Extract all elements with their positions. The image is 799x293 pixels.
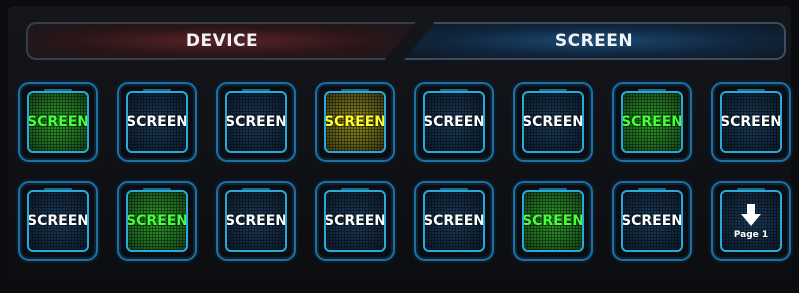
screen-key[interactable]: SCREEN: [711, 82, 791, 162]
key-label: SCREEN: [720, 114, 782, 130]
key-label: SCREEN: [225, 114, 287, 130]
key-face: SCREEN: [126, 91, 188, 153]
key-face: SCREEN: [225, 190, 287, 252]
key-label: SCREEN: [324, 114, 386, 130]
key-label: SCREEN: [423, 213, 485, 229]
key-face: SCREEN: [720, 91, 782, 153]
key-face: SCREEN: [423, 91, 485, 153]
screen-key[interactable]: SCREEN: [18, 82, 98, 162]
key-label: SCREEN: [522, 114, 584, 130]
key-face: SCREEN: [522, 190, 584, 252]
key-label: SCREEN: [126, 114, 188, 130]
key-label: SCREEN: [522, 213, 584, 229]
page-indicator: Page 1: [734, 202, 768, 240]
key-face: SCREEN: [126, 190, 188, 252]
key-grid: SCREEN SCREEN SCREEN SCREEN SCREEN SCREE…: [18, 82, 795, 261]
screen-key[interactable]: SCREEN: [612, 82, 692, 162]
screen-key[interactable]: SCREEN: [612, 181, 692, 261]
page-label: Page 1: [733, 230, 769, 240]
key-face: SCREEN: [225, 91, 287, 153]
key-label: SCREEN: [225, 213, 287, 229]
tab-device-label: DEVICE: [185, 31, 259, 51]
key-label: SCREEN: [27, 114, 89, 130]
screen-key[interactable]: SCREEN: [414, 82, 494, 162]
key-face: SCREEN: [621, 91, 683, 153]
key-label: SCREEN: [324, 213, 386, 229]
tab-screen-label: SCREEN: [554, 31, 634, 51]
key-label: SCREEN: [126, 213, 188, 229]
screen-key[interactable]: SCREEN: [117, 181, 197, 261]
screen-key[interactable]: SCREEN: [216, 82, 296, 162]
arrow-down-icon: [741, 204, 761, 226]
screen-key[interactable]: SCREEN: [513, 181, 593, 261]
key-label: SCREEN: [621, 114, 683, 130]
key-face: SCREEN: [324, 190, 386, 252]
key-label: SCREEN: [423, 114, 485, 130]
next-page-key[interactable]: Page 1: [711, 181, 791, 261]
screen-key[interactable]: SCREEN: [513, 82, 593, 162]
key-label: SCREEN: [621, 213, 683, 229]
tab-bar: DEVICE SCREEN: [26, 22, 786, 62]
key-face: SCREEN: [27, 91, 89, 153]
screen-key[interactable]: SCREEN: [315, 82, 395, 162]
key-face: SCREEN: [27, 190, 89, 252]
screen-key[interactable]: SCREEN: [18, 181, 98, 261]
screen-key[interactable]: SCREEN: [414, 181, 494, 261]
screen-key[interactable]: SCREEN: [216, 181, 296, 261]
key-face: SCREEN: [522, 91, 584, 153]
screen-key[interactable]: SCREEN: [117, 82, 197, 162]
key-face: Page 1: [720, 190, 782, 252]
key-face: SCREEN: [621, 190, 683, 252]
key-face: SCREEN: [423, 190, 485, 252]
key-label: SCREEN: [27, 213, 89, 229]
tab-screen[interactable]: SCREEN: [404, 22, 786, 60]
screen-key[interactable]: SCREEN: [315, 181, 395, 261]
tab-device[interactable]: DEVICE: [26, 22, 416, 60]
key-face: SCREEN: [324, 91, 386, 153]
